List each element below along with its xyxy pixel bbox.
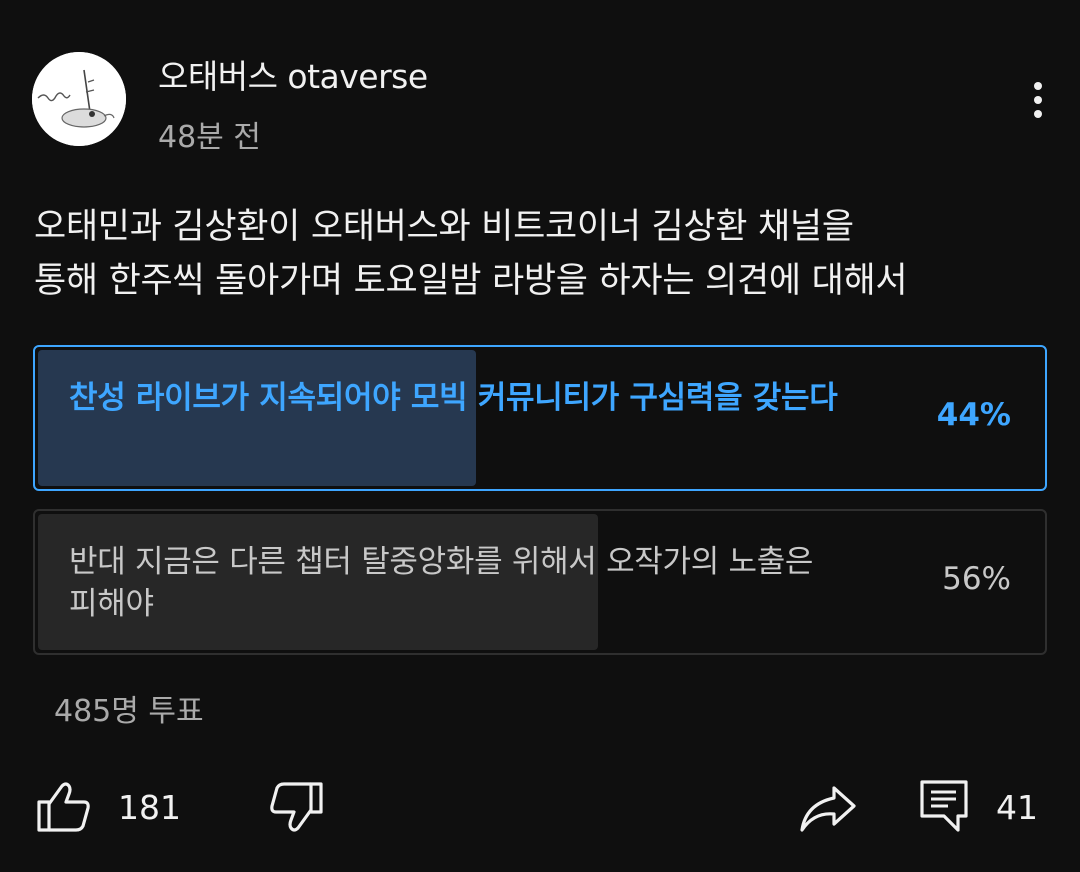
poll-option-label: 반대 지금은 다른 챕터 탈중앙화를 위해서 오작가의 노출은 피해야 [69, 544, 814, 622]
like-count: 181 [118, 788, 181, 827]
dislike-button[interactable] [268, 780, 324, 834]
poll-vote-count: 485명 투표 [54, 694, 204, 729]
poll-option-percent: 44% [936, 397, 1011, 433]
post-timestamp: 48분 전 [158, 120, 261, 155]
thumb-up-icon [37, 782, 90, 832]
comment-count: 41 [996, 788, 1038, 827]
poll-option-2[interactable]: 반대 지금은 다른 챕터 탈중앙화를 위해서 오작가의 노출은 피해야 56% [33, 509, 1047, 655]
post-text: 오태민과 김상환이 오태버스와 비트코이너 김상환 채널을 통해 한주씩 돌아가… [34, 207, 908, 301]
poll-option-label: 찬성 라이브가 지속되어야 모빅 커뮤니티가 구심력을 갖는다 [69, 380, 838, 416]
poll-option-1[interactable]: 찬성 라이브가 지속되어야 모빅 커뮤니티가 구심력을 갖는다 44% [33, 345, 1047, 491]
comment-icon [920, 780, 968, 832]
poll-option-percent: 56% [942, 561, 1011, 597]
share-button[interactable] [798, 782, 858, 836]
like-button[interactable] [36, 780, 92, 834]
channel-avatar[interactable] [32, 52, 126, 146]
share-icon [800, 786, 856, 832]
thumb-down-icon [270, 782, 323, 832]
channel-name[interactable]: 오태버스 otaverse [158, 50, 428, 98]
avatar-sketch-image [32, 52, 126, 146]
comments-button[interactable] [918, 778, 970, 834]
more-options-button[interactable] [1018, 76, 1058, 124]
more-vert-icon [1034, 82, 1042, 90]
community-post: 오태버스 otaverse 48분 전 오태민과 김상환이 오태버스와 비트코이… [0, 0, 1080, 872]
